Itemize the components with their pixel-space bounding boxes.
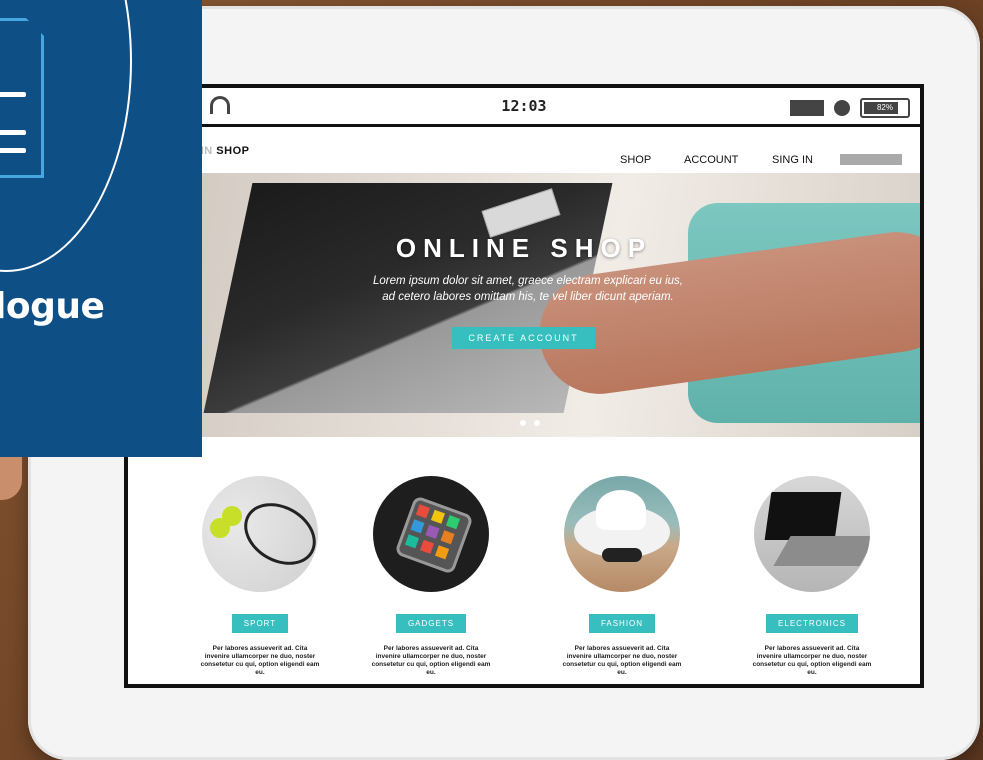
battery-percent: 82% [876,103,893,112]
document-icon [0,18,44,178]
nav-link-sign-in[interactable]: SING IN [772,154,813,166]
tennis-racket [233,490,318,578]
sun-hat-crown [596,490,646,530]
brand-text: SHOP [216,145,250,157]
document-line [0,130,26,135]
sunglasses [602,548,642,562]
document-line [0,148,26,153]
category-desc: Per labores assueverit ad. Cita invenire… [752,645,872,676]
catalogue-overlay-panel: logue [0,0,202,457]
category-image-electronics[interactable] [754,476,870,592]
carousel-dots[interactable] [520,413,548,431]
category-gadgets[interactable]: GADGETS Per labores assueverit ad. Cita … [371,476,491,677]
laptop-screen [764,492,842,540]
tablet-screen: 12:03 82% ONLIN SHOP SHOP ACCOUNT SING I… [124,84,924,688]
nav-link-shop[interactable]: SHOP [620,154,651,166]
carousel-dot[interactable] [520,420,526,426]
category-desc: Per labores assueverit ad. Cita invenire… [371,645,491,676]
category-sport[interactable]: SPORT Per labores assueverit ad. Cita in… [200,476,320,677]
overlay-title: logue [0,286,105,327]
hero-title: ONLINE SHOP [395,233,653,263]
category-fashion[interactable]: FASHION Per labores assueverit ad. Cita … [562,476,682,677]
tennis-ball [222,506,242,526]
hero-subtitle-line-2: ad cetero labores omittam his, te vel li… [382,291,674,303]
nav-link-account[interactable]: ACCOUNT [684,154,738,166]
mail-icon [790,100,824,116]
category-image-fashion[interactable] [564,476,680,592]
category-label-gadgets[interactable]: GADGETS [395,614,467,633]
smartwatch [394,495,474,575]
category-desc: Per labores assueverit ad. Cita invenire… [562,645,682,676]
create-account-button[interactable]: CREATE ACCOUNT [452,327,595,349]
category-label-fashion[interactable]: FASHION [588,614,656,633]
category-label-electronics[interactable]: ELECTRONICS [766,614,858,633]
battery-icon: 82% [860,98,910,118]
hero-subtitle-line-1: Lorem ipsum dolor sit amet, graece elect… [373,275,683,287]
site-nav: ONLIN SHOP SHOP ACCOUNT SING IN [128,127,920,173]
nav-search-box[interactable] [840,154,902,165]
laptop-keyboard [773,536,870,566]
hero-subtitle: Lorem ipsum dolor sit amet, graece elect… [318,273,738,305]
category-image-sport[interactable] [202,476,318,592]
document-line [0,92,26,97]
category-image-gadgets[interactable] [373,476,489,592]
hero-banner: ONLINE SHOP Lorem ipsum dolor sit amet, … [128,173,920,437]
category-electronics[interactable]: ELECTRONICS Per labores assueverit ad. C… [752,476,872,677]
category-label-sport[interactable]: SPORT [231,614,289,633]
category-desc: Per labores assueverit ad. Cita invenire… [200,645,320,676]
carousel-dot[interactable] [534,420,540,426]
status-bar: 12:03 82% [128,88,920,127]
circle-icon [834,100,850,116]
